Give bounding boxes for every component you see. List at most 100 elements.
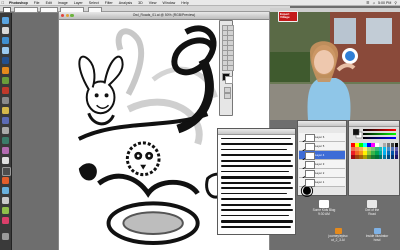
layer-row[interactable]: ◉ Layer 1 xyxy=(299,178,345,199)
app-icon[interactable] xyxy=(2,167,11,176)
layer-row[interactable]: ◉ Layer 6 xyxy=(299,133,345,154)
brush-stroke-preset[interactable] xyxy=(221,193,287,195)
video-frame xyxy=(270,12,400,120)
brush-stroke-preset[interactable] xyxy=(221,187,293,189)
color-swatches-panel[interactable] xyxy=(348,120,400,196)
trash-icon[interactable] xyxy=(2,233,9,240)
app-icon[interactable] xyxy=(2,107,9,114)
red-slider[interactable] xyxy=(363,129,396,131)
brush-stroke-preset[interactable] xyxy=(221,204,291,206)
desktop-file[interactable]: Inside Illustrator hxsd xyxy=(356,228,398,243)
brush-stroke-preset[interactable] xyxy=(221,171,289,173)
visibility-eye-icon[interactable]: ◉ xyxy=(300,135,314,154)
menu-app-name[interactable]: Photoshop xyxy=(6,1,31,5)
options-field[interactable] xyxy=(14,7,38,13)
menu-help[interactable]: Help xyxy=(178,1,191,5)
tools-palette xyxy=(219,20,234,116)
brush-stroke-preset[interactable] xyxy=(221,220,293,223)
browser-icon[interactable] xyxy=(2,37,9,44)
blue-slider[interactable] xyxy=(363,137,396,139)
visibility-eye-icon[interactable]: ◉ xyxy=(300,180,314,199)
itunes-icon[interactable] xyxy=(2,47,9,54)
volume-icon[interactable]: ♫ xyxy=(372,1,375,5)
app-icon[interactable] xyxy=(2,157,9,164)
brush-stroke-preset[interactable] xyxy=(221,165,293,168)
swatches-panel-titlebar[interactable] xyxy=(349,121,399,127)
visibility-eye-icon[interactable]: ◉ xyxy=(300,162,314,181)
tool-preset-swatch[interactable] xyxy=(3,7,11,13)
brush-stroke-preset[interactable] xyxy=(221,138,291,140)
menu-layer[interactable]: Layer xyxy=(71,1,86,5)
menubar-clock[interactable]: 5:00 PM xyxy=(378,1,391,5)
brushes-panel[interactable] xyxy=(217,128,296,235)
app-icon[interactable] xyxy=(2,217,9,224)
layer-row[interactable]: ◉ Layer 5 xyxy=(299,142,345,163)
layer-thumbnail xyxy=(305,134,315,142)
brush-stroke-preset[interactable] xyxy=(221,149,287,151)
menu-image[interactable]: Image xyxy=(55,1,71,5)
finder-icon[interactable] xyxy=(2,17,9,24)
menu-window[interactable]: Window xyxy=(160,1,179,5)
illustrator-icon[interactable] xyxy=(2,67,9,74)
app-icon[interactable] xyxy=(2,87,9,94)
visibility-eye-icon[interactable]: ◉ xyxy=(300,171,314,190)
desktop-file-sublabel: Road xyxy=(368,211,376,216)
brush-stroke-preset[interactable] xyxy=(221,226,291,228)
app-icon[interactable] xyxy=(2,187,9,194)
swatch[interactable] xyxy=(394,154,399,159)
app-icon[interactable] xyxy=(2,77,9,84)
zoom-window-button[interactable] xyxy=(70,13,74,17)
dock xyxy=(0,13,12,250)
app-icon[interactable] xyxy=(2,177,9,184)
desktop-file[interactable]: journey/episo ut_2_3.AI xyxy=(318,228,358,243)
brush-stroke-preset[interactable] xyxy=(221,209,293,212)
desktop-file-sublabel: 9:30 AM xyxy=(318,211,330,216)
visibility-eye-icon[interactable]: ◉ xyxy=(300,144,314,163)
background-color-swatch[interactable] xyxy=(225,76,233,84)
screen-mode-icon[interactable] xyxy=(224,93,231,100)
photoshop-icon[interactable] xyxy=(2,57,9,64)
menu-file[interactable]: File xyxy=(31,1,43,5)
app-icon[interactable] xyxy=(2,207,9,214)
brush-stroke-preset[interactable] xyxy=(221,176,293,179)
visibility-eye-icon[interactable]: ◉ xyxy=(300,153,314,172)
app-icon[interactable] xyxy=(2,117,9,124)
app-icon[interactable] xyxy=(2,147,9,154)
layer-row[interactable]: ◉ Layer 2 xyxy=(299,169,345,190)
layer-row[interactable]: ◉ Layer 3 xyxy=(299,160,345,181)
mail-icon[interactable] xyxy=(2,27,9,34)
app-icon[interactable] xyxy=(2,127,9,134)
wifi-icon[interactable]: ☰ xyxy=(366,1,369,5)
menu-filter[interactable]: Filter xyxy=(102,1,116,5)
brushes-panel-titlebar[interactable] xyxy=(218,129,295,135)
desktop-file[interactable]: Some Kids Blog 9:30 AM xyxy=(304,200,344,217)
brush-stroke-preset[interactable] xyxy=(221,143,293,145)
app-icon[interactable] xyxy=(2,137,9,144)
layer-row-selected[interactable]: ◉ Layer 4 xyxy=(299,151,345,172)
brush-stroke-preset[interactable] xyxy=(221,215,289,217)
layer-thumbnail xyxy=(305,161,315,169)
layers-panel[interactable]: ◉ Layer 6 ◉ Layer 5 ◉ Layer 4 ◉ Layer 3 … xyxy=(297,120,347,199)
app-icon[interactable] xyxy=(2,97,9,104)
close-window-button[interactable] xyxy=(61,13,65,17)
ink-blot xyxy=(78,163,97,181)
layers-panel-titlebar[interactable] xyxy=(298,121,346,127)
options-field[interactable] xyxy=(40,7,58,13)
menu-view[interactable]: View xyxy=(146,1,160,5)
video-player-window[interactable] xyxy=(270,8,400,120)
spotlight-search-icon[interactable]: ⚲ xyxy=(394,1,397,5)
menu-select[interactable]: Select xyxy=(86,1,102,5)
green-slider[interactable] xyxy=(363,133,396,135)
rotate-tool-icon[interactable] xyxy=(226,65,234,72)
desktop-file[interactable]: Owl of the Road xyxy=(352,200,392,217)
brush-stroke-preset[interactable] xyxy=(221,198,293,201)
menu-3d[interactable]: 3D xyxy=(135,1,146,5)
menu-edit[interactable]: Edit xyxy=(43,1,55,5)
brush-stroke-preset[interactable] xyxy=(221,154,293,157)
brush-stroke-preset[interactable] xyxy=(221,160,291,162)
app-icon[interactable] xyxy=(2,197,9,204)
color-chips[interactable] xyxy=(353,129,363,139)
minimize-window-button[interactable] xyxy=(65,13,69,17)
menu-analysis[interactable]: Analysis xyxy=(116,1,135,5)
brush-stroke-preset[interactable] xyxy=(221,182,291,184)
